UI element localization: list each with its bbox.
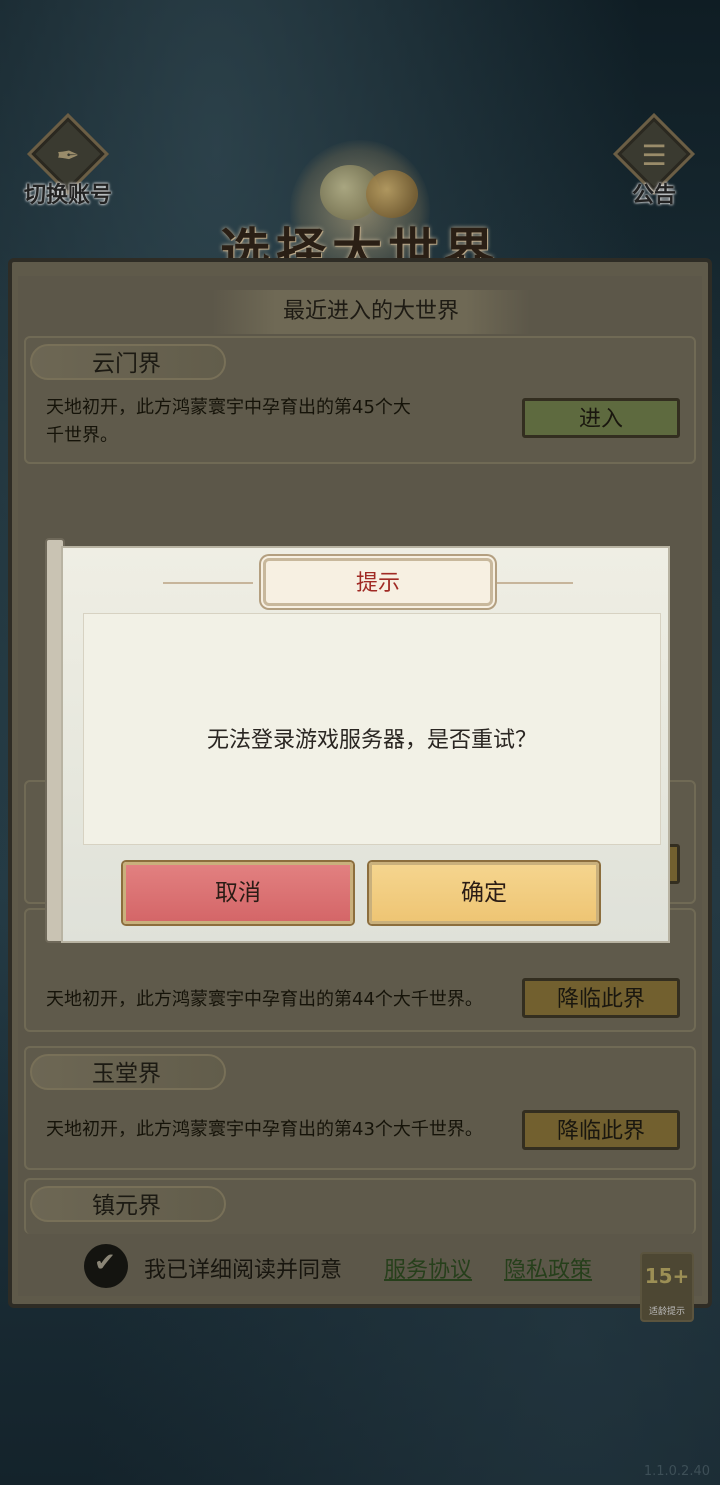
world-card-zhenyuan[interactable]: 镇元界 xyxy=(24,1178,696,1234)
version-text: 1.1.0.2.40 xyxy=(643,1464,710,1479)
age-rating-badge[interactable]: 15+ 适龄提示 xyxy=(640,1252,694,1322)
world-desc: 天地初开，此方鸿蒙寰宇中孕育出的第44个大千世界。 xyxy=(46,989,483,1010)
agreement-text: 我已详细阅读并同意 xyxy=(144,1258,343,1283)
retry-dialog: 提示 无法登录游戏服务器，是否重试？ 取消 确定 xyxy=(45,538,670,943)
switch-account-label: 切换账号 xyxy=(23,183,112,208)
agree-checkbox[interactable]: ✔ xyxy=(84,1244,128,1288)
gourd-icon xyxy=(366,170,418,218)
world-desc-line: 天地初开，此方鸿蒙寰宇中孕育出的第45个大 xyxy=(46,397,411,418)
privacy-policy-link[interactable]: 隐私政策 xyxy=(504,1252,592,1284)
descend-button[interactable]: 降临此界 xyxy=(522,1110,680,1150)
age-rating: 15+ xyxy=(644,1264,690,1288)
world-card-yutang[interactable]: 玉堂界 天地初开，此方鸿蒙寰宇中孕育出的第43个大千世界。 降临此界 xyxy=(24,1046,696,1170)
title-ornament xyxy=(163,582,253,584)
notice-glyph-icon: ☰ xyxy=(641,139,667,172)
descend-button[interactable]: 降临此界 xyxy=(522,978,680,1018)
dialog-message: 无法登录游戏服务器，是否重试？ xyxy=(206,728,537,753)
cancel-button[interactable]: 取消 xyxy=(123,862,353,924)
world-name: 镇元界 xyxy=(30,1186,226,1222)
dialog-body: 提示 无法登录游戏服务器，是否重试？ 取消 确定 xyxy=(61,546,670,943)
dialog-content: 无法登录游戏服务器，是否重试？ xyxy=(83,613,661,845)
world-desc: 天地初开，此方鸿蒙寰宇中孕育出的第45个大 千世界。 xyxy=(46,394,411,450)
notice-label: 公告 xyxy=(631,183,676,208)
title-ornament xyxy=(483,582,573,584)
confirm-button[interactable]: 确定 xyxy=(369,862,599,924)
world-desc: 天地初开，此方鸿蒙寰宇中孕育出的第43个大千世界。 xyxy=(46,1119,483,1140)
checkmark-icon: ✔ xyxy=(94,1248,116,1278)
world-card-yunmen[interactable]: 云门界 天地初开，此方鸿蒙寰宇中孕育出的第45个大 千世界。 进入 xyxy=(24,336,696,464)
world-desc-line: 千世界。 xyxy=(46,425,118,446)
world-name: 玉堂界 xyxy=(30,1054,226,1090)
service-agreement-link[interactable]: 服务协议 xyxy=(384,1252,472,1284)
notice-button[interactable]: ☰ 公告 xyxy=(606,112,702,215)
enter-button[interactable]: 进入 xyxy=(522,398,680,438)
world-name: 云门界 xyxy=(30,344,226,380)
feather-icon: ✒ xyxy=(56,139,80,172)
age-rating-label: 适龄提示 xyxy=(648,1307,685,1317)
section-title: 最近进入的大世界 xyxy=(212,290,530,334)
switch-account-button[interactable]: ✒ 切换账号 xyxy=(20,112,116,215)
dialog-title: 提示 xyxy=(263,558,493,606)
